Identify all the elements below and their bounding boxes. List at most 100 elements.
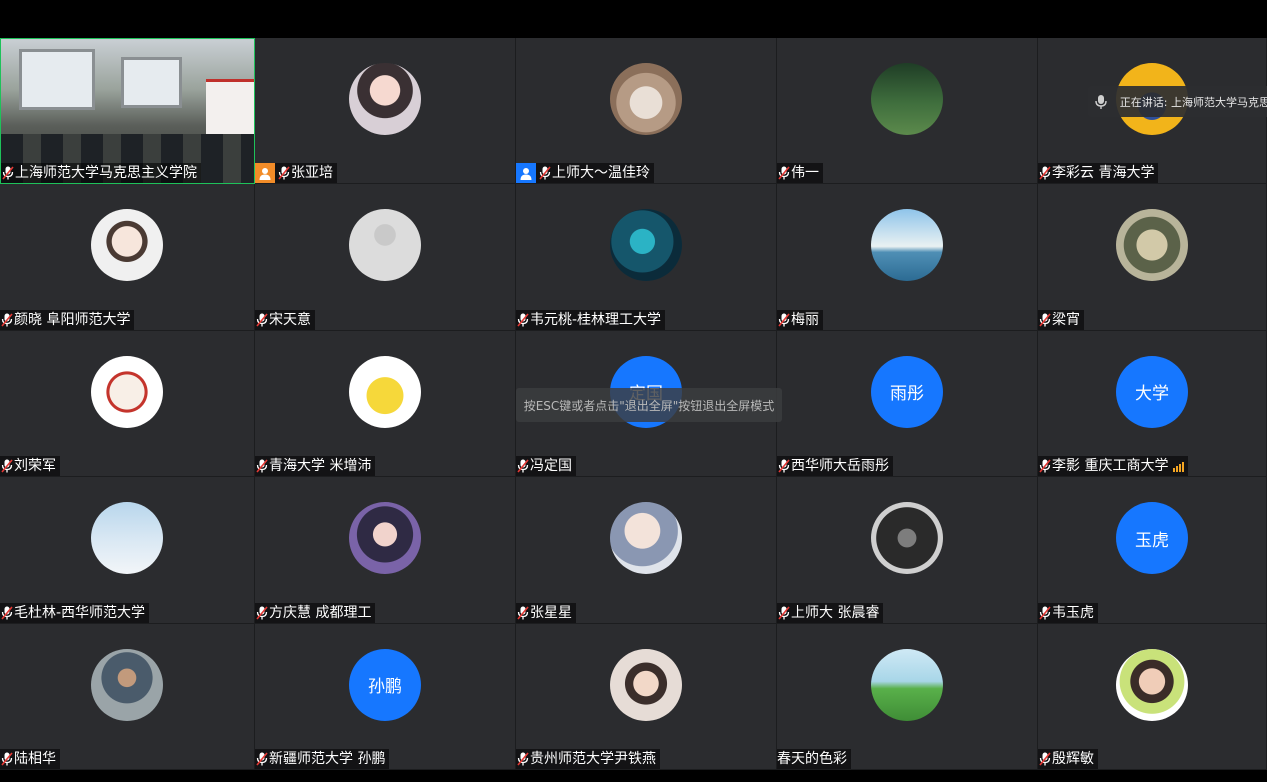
avatar <box>1116 209 1188 282</box>
participant-tile[interactable]: 春天的色彩 <box>777 623 1038 770</box>
mic-muted-icon <box>777 459 791 473</box>
mic-muted-icon <box>255 459 269 473</box>
avatar <box>1116 648 1188 721</box>
participant-tile[interactable]: 刘荣军 <box>0 330 255 478</box>
participant-nameplate: 青海大学 米增沛 <box>255 456 376 477</box>
participant-nameplate: 陆相华 <box>0 748 60 769</box>
participant-name: 青海大学 米增沛 <box>269 458 372 475</box>
mic-muted-icon <box>1 166 15 180</box>
video-window <box>121 57 182 108</box>
participant-name: 西华师大岳雨彤 <box>791 458 889 475</box>
mic-muted-icon <box>277 166 291 180</box>
participant-nameplate: 梅丽 <box>777 309 823 330</box>
fullscreen-exit-hint: 按ESC键或者点击"退出全屏"按钮退出全屏模式 <box>516 388 782 422</box>
avatar: 大学 <box>1116 355 1188 428</box>
participant-tile[interactable]: 方庆慧 成都理工 <box>255 477 516 624</box>
participant-name: 陆相华 <box>14 750 56 767</box>
mic-muted-icon <box>516 606 530 620</box>
participant-tile[interactable]: 宋天意 <box>255 184 516 331</box>
participant-name: 李彩云 青海大学 <box>1052 165 1155 182</box>
participant-name: 李影 重庆工商大学 <box>1052 458 1169 475</box>
participant-tile[interactable]: 梁宵 <box>1038 184 1267 331</box>
avatar <box>349 209 421 282</box>
participant-name: 梅丽 <box>791 311 819 328</box>
participant-name: 新疆师范大学 孙鹏 <box>269 750 386 767</box>
mic-muted-icon <box>777 606 791 620</box>
participant-tile[interactable]: 陆相华 <box>0 623 255 770</box>
mic-muted-icon <box>0 752 14 766</box>
participant-tile[interactable]: 雨彤 西华师大岳雨彤 <box>777 330 1038 478</box>
participant-tile[interactable]: 梅丽 <box>777 184 1038 331</box>
participant-nameplate: 上海师范大学马克思主义学院 <box>1 163 201 184</box>
participant-nameplate: 颜晓 阜阳师范大学 <box>0 309 135 330</box>
participant-tile[interactable]: 韦元桃-桂林理工大学 <box>516 184 777 331</box>
participant-name: 贵州师范大学尹铁燕 <box>530 750 656 767</box>
participant-nameplate: 梁宵 <box>1038 309 1084 330</box>
avatar: 玉虎 <box>1116 502 1188 575</box>
cohost-icon <box>516 163 536 184</box>
participant-nameplate: 西华师大岳雨彤 <box>777 456 893 477</box>
participant-nameplate: 张亚培 <box>255 163 337 184</box>
participant-name: 宋天意 <box>269 311 311 328</box>
participant-nameplate: 冯定国 <box>516 456 576 477</box>
participant-tile[interactable]: 大学李影 重庆工商大学 <box>1038 330 1267 478</box>
avatar <box>610 209 682 282</box>
participant-name: 梁宵 <box>1052 311 1080 328</box>
participant-name: 韦元桃-桂林理工大学 <box>530 311 662 328</box>
participant-name: 方庆慧 成都理工 <box>269 604 372 621</box>
speaker-mic-icon <box>1088 86 1114 117</box>
participant-tile[interactable]: 张亚培 <box>255 38 516 185</box>
mic-muted-icon <box>255 313 269 327</box>
mic-muted-icon <box>0 606 14 620</box>
avatar <box>871 648 943 721</box>
video-banner <box>206 79 254 137</box>
participant-tile[interactable]: 颜晓 阜阳师范大学 <box>0 184 255 331</box>
mic-muted-icon <box>1038 166 1052 180</box>
participant-name: 毛杜林-西华师范大学 <box>14 604 146 621</box>
participant-nameplate: 张星星 <box>516 602 576 623</box>
participant-nameplate: 韦元桃-桂林理工大学 <box>516 309 666 330</box>
mic-muted-icon <box>1038 459 1052 473</box>
participant-tile[interactable]: 上海师范大学马克思主义学院 <box>0 38 255 185</box>
participant-tile[interactable]: 玉虎韦玉虎 <box>1038 477 1267 624</box>
mic-muted-icon <box>516 313 530 327</box>
mic-muted-icon <box>0 313 14 327</box>
participant-nameplate: 韦玉虎 <box>1038 602 1098 623</box>
participant-tile[interactable]: 上师大～温佳玲 <box>516 38 777 185</box>
participant-nameplate: 贵州师范大学尹铁燕 <box>516 748 660 769</box>
bottom-bar <box>0 770 1267 782</box>
participant-tile[interactable]: 上师大 张晨睿 <box>777 477 1038 624</box>
participant-nameplate: 李彩云 青海大学 <box>1038 163 1159 184</box>
avatar <box>91 648 163 721</box>
mic-muted-icon <box>255 752 269 766</box>
video-window <box>19 49 95 110</box>
mic-muted-icon <box>255 606 269 620</box>
mic-muted-icon <box>516 752 530 766</box>
participant-tile[interactable]: 毛杜林-西华师范大学 <box>0 477 255 624</box>
participant-nameplate: 毛杜林-西华师范大学 <box>0 602 150 623</box>
avatar <box>349 355 421 428</box>
participant-nameplate: 方庆慧 成都理工 <box>255 602 376 623</box>
mic-muted-icon <box>777 166 791 180</box>
avatar <box>349 63 421 135</box>
mic-muted-icon <box>538 166 552 180</box>
participant-tile[interactable]: 张星星 <box>516 477 777 624</box>
participant-name: 上师大～温佳玲 <box>552 165 650 182</box>
participant-name: 春天的色彩 <box>777 750 847 767</box>
mic-muted-icon <box>516 459 530 473</box>
participant-name: 韦玉虎 <box>1052 604 1094 621</box>
participant-tile[interactable]: 伟一 <box>777 38 1038 185</box>
participant-tile[interactable]: 青海大学 米增沛 <box>255 330 516 478</box>
participant-name: 上师大 张晨睿 <box>791 604 880 621</box>
participant-nameplate: 新疆师范大学 孙鹏 <box>255 748 390 769</box>
participant-name: 上海师范大学马克思主义学院 <box>15 165 197 182</box>
participant-name: 伟一 <box>791 165 819 182</box>
participant-name: 殷辉敏 <box>1052 750 1094 767</box>
avatar <box>91 502 163 575</box>
avatar <box>610 502 682 575</box>
participant-nameplate: 上师大～温佳玲 <box>516 163 654 184</box>
participant-tile[interactable]: 孙鹏 新疆师范大学 孙鹏 <box>255 623 516 770</box>
participant-nameplate: 刘荣军 <box>0 456 60 477</box>
participant-tile[interactable]: 贵州师范大学尹铁燕 <box>516 623 777 770</box>
participant-tile[interactable]: 殷辉敏 <box>1038 623 1267 770</box>
